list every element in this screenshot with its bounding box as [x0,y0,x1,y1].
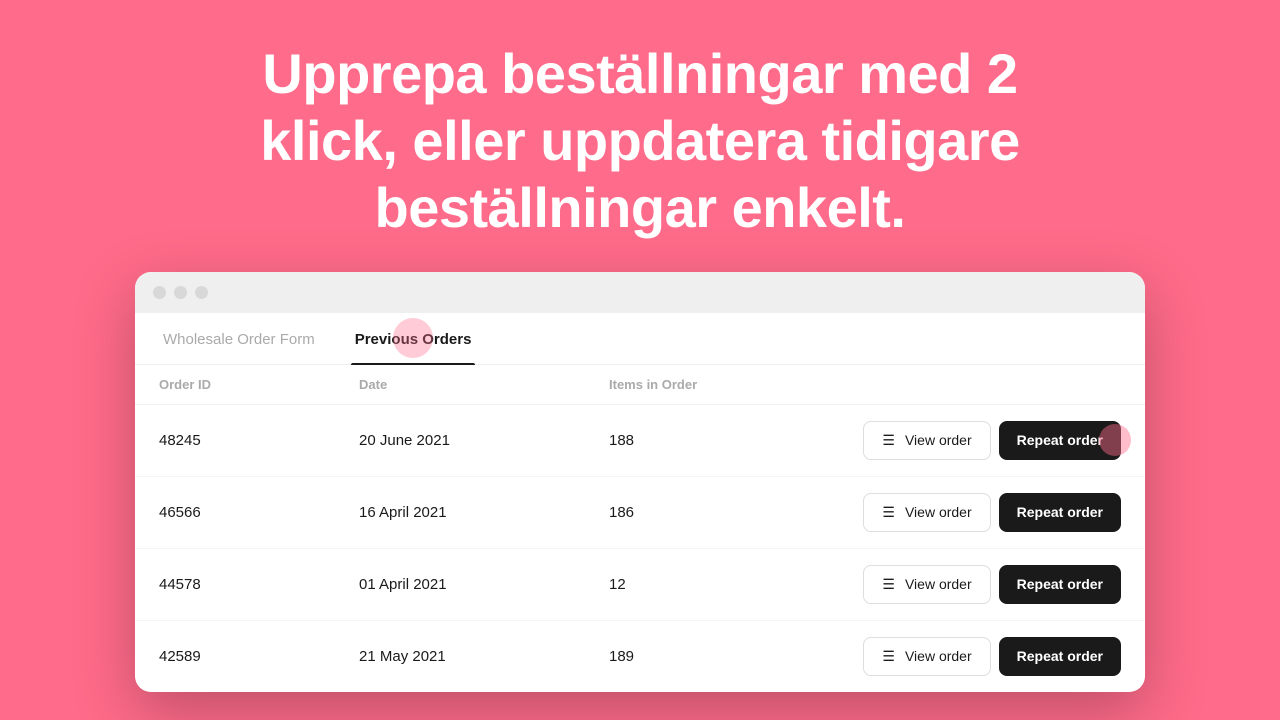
tab-previous-orders[interactable]: Previous Orders [351,313,476,364]
col-header-actions1 [801,377,961,392]
items-cell: 12 [609,576,801,593]
col-header-order-id: Order ID [159,377,359,392]
tabs-bar: Wholesale Order Form Previous Orders [135,313,1145,365]
app-container: Wholesale Order Form Previous Orders Ord… [135,313,1145,692]
items-cell: 189 [609,648,801,665]
action-buttons: ☰ View order Repeat order [801,565,1121,604]
headline-section: Upprepa beställningar med 2 klick, eller… [0,0,1280,272]
table-row: 48245 20 June 2021 188 ☰ View order Repe… [135,405,1145,477]
browser-dot-red [153,286,166,299]
browser-chrome [135,272,1145,313]
order-id-cell: 46566 [159,504,359,521]
action-buttons: ☰ View order Repeat order [801,637,1121,676]
list-icon: ☰ [882,576,895,593]
order-id-cell: 44578 [159,576,359,593]
browser-window: Wholesale Order Form Previous Orders Ord… [135,272,1145,692]
repeat-order-button[interactable]: Repeat order [999,421,1121,460]
list-icon: ☰ [882,504,895,521]
col-header-actions2 [961,377,1121,392]
order-id-cell: 48245 [159,432,359,449]
date-cell: 01 April 2021 [359,576,609,593]
action-buttons: ☰ View order Repeat order [801,493,1121,532]
browser-dot-yellow [174,286,187,299]
repeat-order-button[interactable]: Repeat order [999,565,1121,604]
date-cell: 20 June 2021 [359,432,609,449]
table-row: 44578 01 April 2021 12 ☰ View order Repe… [135,549,1145,621]
repeat-cursor [1099,424,1131,456]
view-order-button[interactable]: ☰ View order [863,565,990,604]
items-cell: 186 [609,504,801,521]
browser-dot-green [195,286,208,299]
col-header-items: Items in Order [609,377,801,392]
items-cell: 188 [609,432,801,449]
view-order-button[interactable]: ☰ View order [863,421,990,460]
col-header-date: Date [359,377,609,392]
view-order-button[interactable]: ☰ View order [863,637,990,676]
date-cell: 16 April 2021 [359,504,609,521]
list-icon: ☰ [882,432,895,449]
repeat-order-button[interactable]: Repeat order [999,493,1121,532]
action-buttons: ☰ View order Repeat order [801,421,1121,460]
repeat-order-button[interactable]: Repeat order [999,637,1121,676]
date-cell: 21 May 2021 [359,648,609,665]
view-order-button[interactable]: ☰ View order [863,493,990,532]
main-headline: Upprepa beställningar med 2 klick, eller… [120,40,1160,242]
tab-wholesale[interactable]: Wholesale Order Form [159,313,319,364]
table-header: Order ID Date Items in Order [135,365,1145,405]
table-row: 42589 21 May 2021 189 ☰ View order Repea… [135,621,1145,692]
table-row: 46566 16 April 2021 186 ☰ View order Rep… [135,477,1145,549]
list-icon: ☰ [882,648,895,665]
order-id-cell: 42589 [159,648,359,665]
